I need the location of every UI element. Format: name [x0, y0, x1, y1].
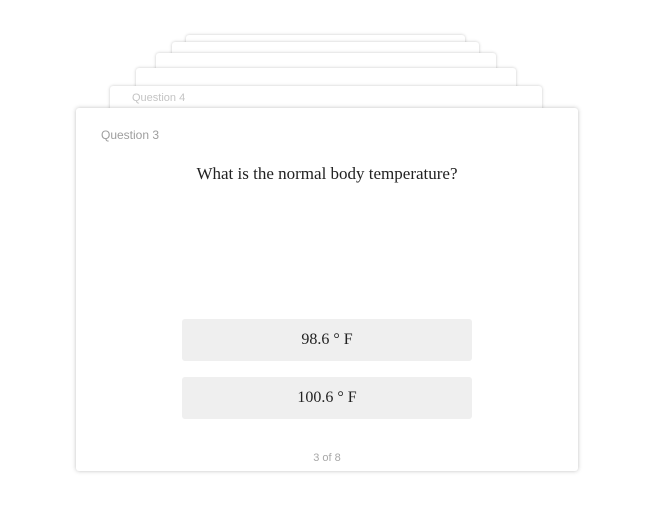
flashcard-stage: Question 4 Question 3 What is the normal… [0, 0, 654, 518]
question-text: What is the normal body temperature? [196, 164, 458, 183]
answer-option-button[interactable]: 98.6 ° F [182, 319, 472, 361]
answer-option-button[interactable]: 100.6 ° F [182, 377, 472, 419]
question-number: Question 3 [101, 128, 160, 142]
question-card: Question 3 What is the normal body tempe… [76, 108, 578, 471]
progress-indicator: 3 of 8 [313, 452, 341, 464]
stacked-card-label: Question 4 [132, 92, 186, 104]
